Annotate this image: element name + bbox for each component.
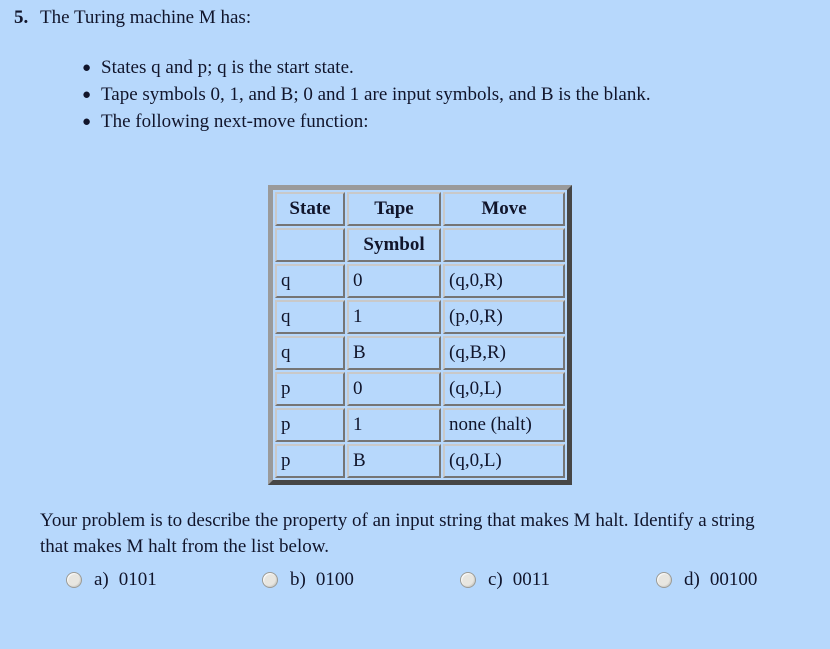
radio-button-b[interactable] [262, 572, 278, 588]
option-c-label: c) 0011 [488, 569, 550, 591]
option-a-letter: a) [94, 569, 109, 590]
list-item: ● The following next-move function: [78, 109, 758, 135]
question-prompt: Your problem is to describe the property… [40, 510, 755, 557]
radio-button-c[interactable] [460, 572, 476, 588]
table-row: q 0 (q,0,R) [275, 264, 565, 298]
option-d-value: 00100 [709, 569, 758, 590]
list-item: ● States q and p; q is the start state. [78, 55, 758, 81]
option-a-value: 0101 [118, 569, 157, 590]
answer-options-group: a) 0101 b) 0100 c) 0011 d) 00100 [0, 566, 830, 594]
column-header-move: Move [443, 192, 565, 226]
option-b-value: 0100 [315, 569, 354, 590]
fact-text: Tape symbols 0, 1, and B; 0 and 1 are in… [101, 84, 651, 105]
bullet-icon: ● [82, 60, 92, 76]
option-b-label: b) 0100 [290, 569, 354, 591]
radio-button-d[interactable] [656, 572, 672, 588]
option-d-label: d) 00100 [684, 569, 757, 591]
next-move-function-table-frame: State Tape Move Symbol q 0 (q,0,R) q 1 (… [268, 185, 572, 485]
cell-move: (p,0,R) [443, 300, 565, 334]
option-d[interactable]: d) 00100 [656, 566, 757, 594]
cell-move: (q,0,L) [443, 372, 565, 406]
cell-symbol: 1 [347, 300, 441, 334]
table-row: p B (q,0,L) [275, 444, 565, 478]
cell-state: p [275, 372, 345, 406]
column-header-tape: Tape [347, 192, 441, 226]
table-header-row-2: Symbol [275, 228, 565, 262]
list-item: ● Tape symbols 0, 1, and B; 0 and 1 are … [78, 82, 758, 108]
cell-state: q [275, 264, 345, 298]
table-row: q B (q,B,R) [275, 336, 565, 370]
option-c-letter: c) [488, 569, 503, 590]
option-c-value: 0011 [512, 569, 551, 590]
cell-symbol: 1 [347, 408, 441, 442]
column-header-state-sub [275, 228, 345, 262]
machine-facts-list: ● States q and p; q is the start state. … [78, 55, 758, 136]
option-a[interactable]: a) 0101 [66, 566, 157, 594]
question-stem-text: The Turing machine M has: [40, 7, 252, 28]
cell-move: (q,0,L) [443, 444, 565, 478]
table-row: q 1 (p,0,R) [275, 300, 565, 334]
next-move-function-table: State Tape Move Symbol q 0 (q,0,R) q 1 (… [273, 190, 567, 480]
cell-state: p [275, 444, 345, 478]
cell-move: (q,0,R) [443, 264, 565, 298]
column-header-tape-sub: Symbol [347, 228, 441, 262]
table-header-row-1: State Tape Move [275, 192, 565, 226]
fact-text: The following next-move function: [101, 111, 369, 132]
option-a-label: a) 0101 [94, 569, 157, 591]
table-row: p 1 none (halt) [275, 408, 565, 442]
option-c[interactable]: c) 0011 [460, 566, 550, 594]
cell-symbol: 0 [347, 372, 441, 406]
cell-symbol: B [347, 336, 441, 370]
option-b[interactable]: b) 0100 [262, 566, 354, 594]
fact-text: States q and p; q is the start state. [101, 57, 354, 78]
column-header-state: State [275, 192, 345, 226]
cell-move: (q,B,R) [443, 336, 565, 370]
option-b-letter: b) [290, 569, 306, 590]
cell-state: q [275, 300, 345, 334]
radio-button-a[interactable] [66, 572, 82, 588]
question-number: 5. [14, 7, 29, 28]
cell-symbol: B [347, 444, 441, 478]
cell-move: none (halt) [443, 408, 565, 442]
cell-symbol: 0 [347, 264, 441, 298]
question-stem: 5. The Turing machine M has: [14, 5, 814, 31]
cell-state: p [275, 408, 345, 442]
bullet-icon: ● [82, 114, 92, 130]
cell-state: q [275, 336, 345, 370]
option-d-letter: d) [684, 569, 700, 590]
column-header-move-sub [443, 228, 565, 262]
table-row: p 0 (q,0,L) [275, 372, 565, 406]
bullet-icon: ● [82, 87, 92, 103]
